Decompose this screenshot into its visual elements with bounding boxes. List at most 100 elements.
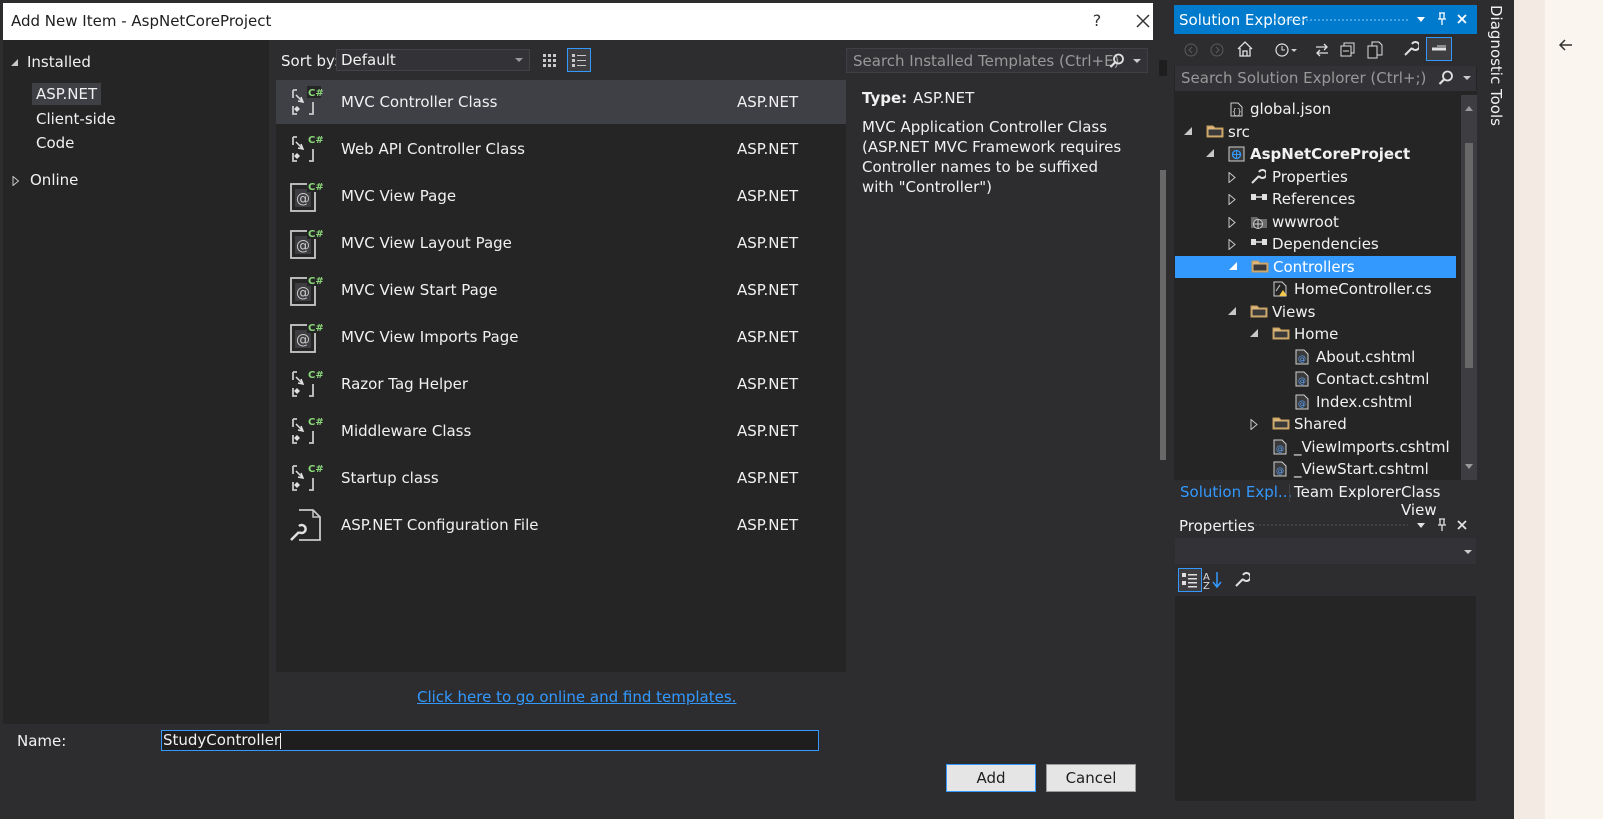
svg-text:C#: C#	[308, 464, 323, 475]
sync-icon[interactable]	[1314, 42, 1330, 58]
close-panel-icon[interactable]	[1456, 519, 1468, 531]
expanded-triangle-icon[interactable]	[1184, 126, 1193, 136]
properties-object-selector[interactable]	[1175, 538, 1476, 564]
pin-icon[interactable]	[1437, 12, 1447, 26]
forward-icon[interactable]	[1210, 43, 1224, 57]
tree-node[interactable]: References	[1174, 188, 1456, 210]
template-item[interactable]: C# Web API Controller Class ASP.NET	[276, 127, 846, 171]
tree-node[interactable]: @ Index.cshtml	[1174, 391, 1456, 413]
collapsed-triangle-icon[interactable]	[12, 175, 20, 186]
tree-node[interactable]: Controllers	[1175, 255, 1456, 278]
config-file-icon	[287, 507, 323, 543]
expanded-triangle-icon[interactable]	[1229, 261, 1238, 271]
text-caret	[280, 732, 282, 749]
tree-node[interactable]: HomeController.cs	[1174, 278, 1456, 300]
search-templates-placeholder: Search Installed Templates (Ctrl+E)	[853, 52, 1120, 70]
add-button[interactable]: Add	[946, 764, 1036, 792]
search-icon[interactable]	[1109, 53, 1125, 69]
diagnostic-tools-label: Diagnostic Tools	[1487, 5, 1505, 126]
history-icon[interactable]	[1274, 41, 1298, 57]
tree-node[interactable]: @ About.cshtml	[1174, 346, 1456, 368]
tree-node[interactable]: Home	[1174, 323, 1456, 345]
close-icon[interactable]	[1133, 11, 1153, 31]
search-icon[interactable]	[1438, 70, 1454, 86]
properties-grid	[1175, 596, 1476, 801]
sort-by-dropdown[interactable]: Default	[336, 49, 530, 71]
template-description: MVC Application Controller Class (ASP.NE…	[862, 118, 1122, 196]
tree-node[interactable]: src	[1174, 121, 1456, 143]
back-arrow-icon[interactable]	[1557, 38, 1573, 52]
back-icon[interactable]	[1184, 43, 1198, 57]
online-templates-link[interactable]: Click here to go online and find templat…	[417, 688, 736, 706]
tree-node[interactable]: AspNetCoreProject	[1174, 143, 1456, 165]
svg-text:{}: {}	[1232, 107, 1242, 116]
expanded-triangle-icon[interactable]	[11, 58, 19, 67]
expanded-triangle-icon[interactable]	[1206, 149, 1215, 158]
tree-node-installed[interactable]: Installed	[11, 53, 91, 71]
tree-node[interactable]: Dependencies	[1174, 233, 1456, 255]
properties-wrench-icon[interactable]	[1403, 41, 1419, 57]
template-category: ASP.NET	[737, 328, 799, 346]
category-client-side[interactable]: Client-side	[36, 110, 116, 128]
template-item[interactable]: @ C# MVC View Layout Page ASP.NET	[276, 221, 846, 265]
tree-node-online[interactable]: Online	[12, 171, 78, 189]
svg-text:@: @	[1298, 354, 1306, 363]
sort-by-label: Sort by:	[281, 52, 339, 70]
tree-node[interactable]: Properties	[1174, 166, 1456, 188]
preview-selected-items-button[interactable]	[1426, 37, 1452, 61]
collapsed-triangle-icon[interactable]	[1228, 194, 1236, 205]
tab-team-explorer[interactable]: Team Explorer	[1294, 483, 1401, 501]
cancel-button[interactable]: Cancel	[1046, 764, 1136, 792]
editor-scrollbar[interactable]	[1155, 0, 1170, 819]
help-button[interactable]: ?	[1087, 11, 1107, 30]
tree-node[interactable]: Shared	[1174, 413, 1456, 435]
diagnostic-tools-tab[interactable]: Diagnostic Tools	[1478, 0, 1514, 819]
csharp-class-icon: C#	[287, 460, 323, 496]
template-item[interactable]: C# Startup class ASP.NET	[276, 456, 846, 500]
collapse-all-icon[interactable]	[1340, 42, 1356, 58]
tree-node[interactable]: @ Contact.cshtml	[1174, 368, 1456, 390]
collapsed-triangle-icon[interactable]	[1228, 239, 1236, 250]
search-templates-input[interactable]: Search Installed Templates (Ctrl+E)	[846, 48, 1148, 73]
tree-node[interactable]: @ _ViewStart.cshtml	[1174, 458, 1456, 480]
collapsed-triangle-icon[interactable]	[1250, 419, 1258, 430]
solution-explorer-search-input[interactable]: Search Solution Explorer (Ctrl+;)	[1175, 66, 1476, 91]
collapsed-triangle-icon[interactable]	[1228, 171, 1236, 183]
template-item[interactable]: C# Razor Tag Helper ASP.NET	[276, 362, 846, 406]
folder-icon	[1251, 259, 1269, 273]
tree-node[interactable]: wwwroot	[1174, 211, 1456, 233]
tab-solution-explorer[interactable]: Solution Expl...	[1180, 483, 1292, 501]
close-panel-icon[interactable]	[1456, 13, 1468, 25]
show-all-files-icon[interactable]	[1367, 41, 1383, 59]
list-view-button[interactable]	[567, 48, 591, 72]
template-item[interactable]: @ C# MVC View Page ASP.NET	[276, 174, 846, 218]
category-asp-net[interactable]: ASP.NET	[32, 83, 102, 105]
property-pages-wrench-icon[interactable]	[1234, 572, 1250, 588]
category-code[interactable]: Code	[36, 134, 74, 152]
alphabetical-sort-icon[interactable]: AZ	[1202, 569, 1224, 591]
template-item[interactable]: C# MVC Controller Class ASP.NET	[276, 80, 846, 124]
search-options-chevron-icon[interactable]	[1133, 59, 1141, 64]
categorized-button[interactable]	[1178, 568, 1202, 592]
solution-explorer-toolbar	[1174, 34, 1477, 66]
pin-icon[interactable]	[1437, 518, 1447, 532]
template-item[interactable]: @ C# MVC View Start Page ASP.NET	[276, 268, 846, 312]
template-item[interactable]: ASP.NET Configuration File ASP.NET	[276, 503, 846, 547]
search-options-chevron-icon[interactable]	[1463, 76, 1471, 81]
small-icons-view-button[interactable]	[537, 48, 561, 72]
expanded-triangle-icon[interactable]	[1250, 329, 1259, 338]
tree-node[interactable]: @ _ViewImports.cshtml	[1174, 436, 1456, 458]
template-item[interactable]: C# Middleware Class ASP.NET	[276, 409, 846, 453]
solution-tree-scrollbar[interactable]	[1461, 95, 1477, 480]
panel-menu-chevron-icon[interactable]	[1416, 14, 1426, 24]
panel-menu-chevron-icon[interactable]	[1416, 520, 1426, 530]
home-icon[interactable]	[1236, 40, 1254, 58]
name-input[interactable]: StudyController	[161, 730, 819, 751]
tree-node[interactable]: Views	[1174, 301, 1456, 323]
tree-node[interactable]: {} global.json	[1174, 98, 1456, 120]
collapsed-triangle-icon[interactable]	[1228, 216, 1236, 228]
expanded-triangle-icon[interactable]	[1228, 306, 1237, 316]
name-label: Name:	[17, 732, 67, 750]
template-item[interactable]: @ C# MVC View Imports Page ASP.NET	[276, 315, 846, 359]
cshtml-file-icon: @	[1294, 394, 1310, 410]
